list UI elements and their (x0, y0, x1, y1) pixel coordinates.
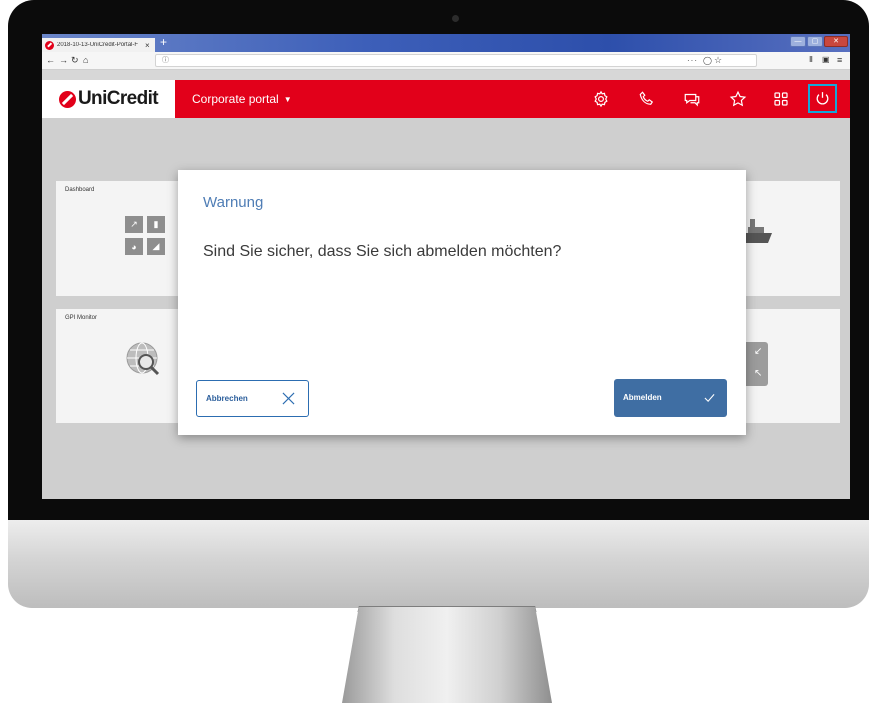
unicredit-logo[interactable]: UniCredit (42, 80, 175, 118)
dialog-message: Sind Sie sicher, dass Sie sich abmelden … (203, 243, 562, 260)
cancel-button[interactable]: Abbrechen (196, 380, 309, 417)
chevron-down-icon: ▼ (283, 95, 292, 104)
hamburger-menu-icon[interactable]: ≡ (837, 54, 842, 66)
phone-icon[interactable] (636, 88, 658, 110)
chat-icon[interactable] (681, 88, 703, 110)
reload-icon[interactable]: ↻ (71, 54, 79, 66)
app-header: UniCredit Corporate portal ▼ (42, 80, 850, 118)
bar-chart-icon: ▮ (147, 216, 165, 233)
screen: 2018-10-13-UniCredit-Portal-F × + — ▢ ✕ … (42, 34, 850, 499)
dashboard-card[interactable]: Dashboard ↗ ▮ ◕ ◢ (56, 181, 180, 296)
monitor-chin (8, 520, 869, 608)
logout-confirm-button[interactable]: Abmelden (614, 379, 727, 417)
logout-icon (816, 92, 829, 105)
camera-icon (452, 15, 459, 22)
grid-icon[interactable] (770, 88, 792, 110)
maximize-button[interactable]: ▢ (807, 36, 823, 47)
home-icon[interactable]: ⌂ (83, 54, 88, 66)
pocket-icon[interactable]: ◯ (703, 55, 712, 66)
dialog-title: Warnung (203, 194, 264, 211)
minimize-button[interactable]: — (790, 36, 806, 47)
gpi-monitor-card[interactable]: GPI Monitor (56, 309, 180, 423)
address-bar[interactable]: ⓘ ··· ◯ ☆ (155, 54, 757, 67)
logo-text: UniCredit (77, 88, 159, 109)
info-icon[interactable]: ⓘ (162, 55, 169, 66)
ship-icon (744, 219, 772, 243)
right-card-top[interactable] (744, 181, 840, 296)
globe-search-icon (126, 342, 160, 376)
back-arrow-icon[interactable]: ← (46, 54, 55, 66)
logout-button[interactable] (808, 84, 837, 113)
close-window-button[interactable]: ✕ (824, 36, 848, 47)
pie-chart-icon: ◕ (125, 238, 143, 255)
unicredit-favicon-icon (45, 40, 54, 50)
exchange-icon: ↙ ↖ (744, 342, 768, 386)
tab-title: 2018-10-13-UniCredit-Portal-F (57, 42, 139, 48)
cancel-button-label: Abbrechen (206, 394, 248, 403)
window-controls: — ▢ ✕ (789, 36, 848, 47)
portal-dropdown[interactable]: Corporate portal ▼ (192, 80, 292, 118)
page-actions-menu[interactable]: ··· (687, 55, 698, 66)
star-icon[interactable] (727, 88, 749, 110)
browser-tab-bar: 2018-10-13-UniCredit-Portal-F × + — ▢ ✕ (42, 34, 850, 52)
dashboard-card-title: Dashboard (65, 187, 95, 193)
trend-arrow-icon: ↗ (125, 216, 143, 233)
sidebar-icon[interactable]: ▣ (822, 54, 830, 66)
library-icon[interactable]: Ⅱ (809, 54, 813, 66)
new-tab-button[interactable]: + (160, 35, 167, 49)
checkmark-icon (704, 393, 715, 403)
browser-tab[interactable]: 2018-10-13-UniCredit-Portal-F × (42, 38, 155, 52)
monitor-stand (342, 607, 552, 703)
close-icon (282, 392, 295, 405)
browser-nav-bar: ← → ↻ ⌂ ⓘ ··· ◯ ☆ Ⅱ ▣ ≡ (42, 52, 850, 70)
cursor-icon: ◢ (147, 238, 165, 255)
confirm-button-label: Abmelden (623, 393, 662, 402)
bookmark-star-icon[interactable]: ☆ (714, 55, 722, 66)
forward-arrow-icon[interactable]: → (59, 54, 68, 66)
gpi-monitor-card-title: GPI Monitor (65, 315, 98, 321)
right-card-bottom[interactable]: ↙ ↖ (744, 309, 840, 423)
logout-confirm-dialog: Warnung Sind Sie sicher, dass Sie sich a… (178, 170, 746, 435)
portal-label: Corporate portal (192, 92, 279, 106)
tab-close-button[interactable]: × (145, 41, 150, 50)
unicredit-logo-icon (58, 90, 76, 108)
settings-gear-icon[interactable] (590, 88, 612, 110)
